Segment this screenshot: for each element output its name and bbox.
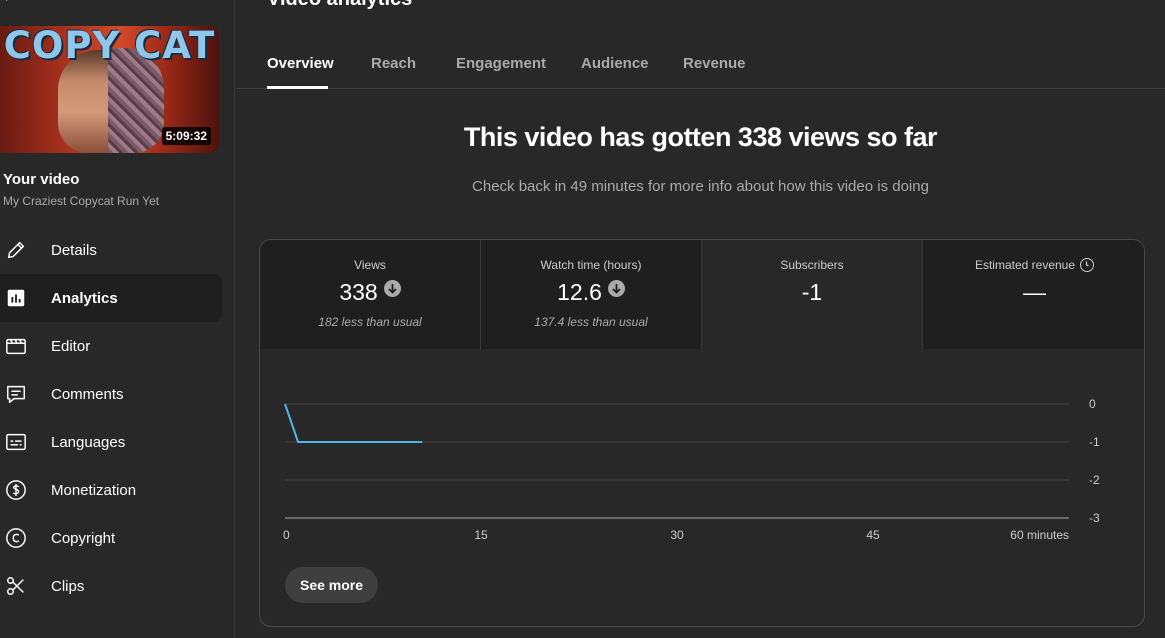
active-tab-indicator xyxy=(267,86,328,89)
metric-value: -1 xyxy=(801,279,823,305)
clock-icon xyxy=(1080,258,1095,272)
metric-value-row: 338 xyxy=(260,279,480,306)
sidebar-item-copyright[interactable]: Copyright xyxy=(0,514,222,562)
metric-subscribers[interactable]: Subscribers -1 xyxy=(702,240,923,349)
y-tick-label: -2 xyxy=(1089,473,1100,487)
sidebar-item-label: Details xyxy=(51,241,97,259)
subtitles-icon xyxy=(4,430,28,454)
tab-engagement[interactable]: Engagement xyxy=(456,55,546,72)
check-back-message: Check back in 49 minutes for more info a… xyxy=(472,178,929,195)
arrow-down-icon xyxy=(607,280,625,297)
sidebar: COPY CAT 5:09:32 Your video My Craziest … xyxy=(0,0,235,638)
sidebar-item-label: Languages xyxy=(51,433,126,451)
x-tick-label: 60 minutes xyxy=(1010,528,1069,542)
sidebar-item-details[interactable]: Details xyxy=(0,226,222,274)
metric-label: Subscribers xyxy=(780,258,844,272)
sidebar-item-label: Monetization xyxy=(51,481,137,499)
pencil-icon xyxy=(4,238,28,262)
analytics-icon xyxy=(4,286,28,310)
x-tick-label: 15 xyxy=(474,528,488,542)
views-headline: This video has gotten 338 views so far xyxy=(463,122,938,152)
metric-watch-time[interactable]: Watch time (hours) 12.6 137.4 less than … xyxy=(481,240,702,349)
x-tick-label: 30 xyxy=(670,528,684,542)
sidebar-item-label: Analytics xyxy=(51,289,118,307)
your-video-label: Your video xyxy=(3,171,80,188)
scissors-icon xyxy=(4,574,28,598)
sidebar-item-editor[interactable]: Editor xyxy=(0,322,222,370)
metric-estimated-revenue[interactable]: Estimated revenue — xyxy=(923,240,1144,349)
metric-value: — xyxy=(1023,279,1046,305)
chart-svg: 0 -1 -2 -3 0 15 30 45 60 minutes xyxy=(283,397,1100,542)
sidebar-item-label: Copyright xyxy=(51,529,116,547)
tab-reach[interactable]: Reach xyxy=(371,55,416,72)
y-tick-label: 0 xyxy=(1089,397,1096,411)
duration-badge: 5:09:32 xyxy=(161,127,211,145)
tab-revenue[interactable]: Revenue xyxy=(683,55,746,72)
video-title[interactable]: My Craziest Copycat Run Yet xyxy=(3,194,159,208)
metric-label: Watch time (hours) xyxy=(540,258,642,272)
video-thumbnail[interactable]: COPY CAT 5:09:32 xyxy=(0,26,219,153)
metric-label: Views xyxy=(354,258,386,272)
sidebar-item-label: Editor xyxy=(51,337,91,355)
sidebar-nav: Details Analytics Editor Comments Langua… xyxy=(0,226,222,610)
tab-bar: Overview Reach Engagement Audience Reven… xyxy=(236,40,1165,89)
metric-value: 12.6 xyxy=(557,279,602,305)
see-more-button[interactable]: See more xyxy=(285,567,379,603)
series-line xyxy=(284,403,423,443)
x-tick-label: 45 xyxy=(866,528,880,542)
copyright-icon xyxy=(4,526,28,550)
sidebar-item-languages[interactable]: Languages xyxy=(0,418,222,466)
metric-value: 338 xyxy=(339,279,378,305)
tab-overview[interactable]: Overview xyxy=(267,55,334,72)
metric-value-row: 12.6 xyxy=(481,279,701,306)
analytics-card: Views 338 182 less than usual Watch time… xyxy=(259,239,1145,627)
y-tick-label: -1 xyxy=(1089,435,1100,449)
metric-label: Estimated revenue xyxy=(974,258,1076,272)
sidebar-item-monetization[interactable]: Monetization xyxy=(0,466,222,514)
x-tick-label: 0 xyxy=(283,528,290,542)
metric-note: 137.4 less than usual xyxy=(534,315,648,329)
thumbnail-title-art: COPY CAT xyxy=(3,26,216,67)
sidebar-item-label: Clips xyxy=(51,577,85,595)
sidebar-item-clips[interactable]: Clips xyxy=(0,562,222,610)
sidebar-item-label: Comments xyxy=(51,385,124,403)
comment-icon xyxy=(4,382,28,406)
metric-note: 182 less than usual xyxy=(318,315,422,329)
clapperboard-icon xyxy=(4,334,28,358)
page-title: Video analytics xyxy=(267,0,412,11)
subscribers-chart: 0 -1 -2 -3 0 15 30 45 60 minutes xyxy=(260,349,1144,549)
metric-views[interactable]: Views 338 182 less than usual xyxy=(260,240,481,349)
main-content: Video analytics Overview Reach Engagemen… xyxy=(236,0,1165,638)
sidebar-item-comments[interactable]: Comments xyxy=(0,370,222,418)
metric-label-row: Estimated revenue xyxy=(923,258,1144,272)
metric-tabs: Views 338 182 less than usual Watch time… xyxy=(260,240,1144,349)
y-tick-label: -3 xyxy=(1089,511,1100,525)
sidebar-item-analytics[interactable]: Analytics xyxy=(0,274,222,322)
tab-audience[interactable]: Audience xyxy=(581,55,649,72)
dollar-icon xyxy=(4,478,28,502)
back-arrow-icon[interactable] xyxy=(2,0,18,8)
arrow-down-icon xyxy=(383,280,401,297)
